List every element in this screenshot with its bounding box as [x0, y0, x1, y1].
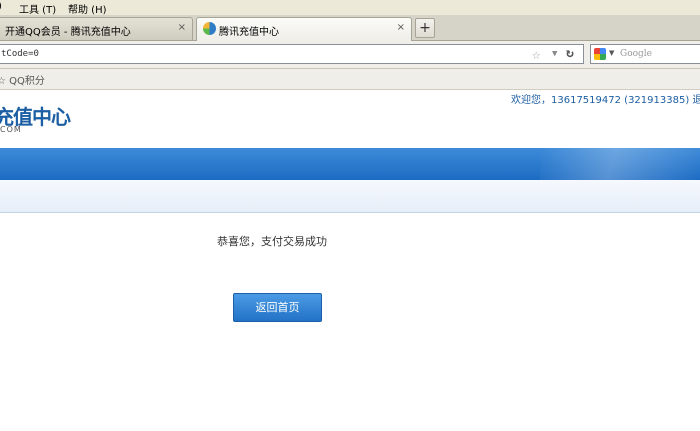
navigation-bar: tCode=0 ☆ ▼ ↻ ▼ Google — [0, 41, 700, 69]
menu-item-partial[interactable]: ) — [0, 1, 2, 12]
search-placeholder: Google — [620, 49, 652, 59]
bookmark-label: QQ积分 — [9, 76, 45, 87]
bookmark-star-icon[interactable]: ☆ — [532, 47, 540, 63]
welcome-text: 欢迎您，13617519472 (321913385) 退 — [511, 95, 700, 106]
return-home-button[interactable]: 返回首页 — [233, 293, 322, 322]
reload-icon[interactable]: ↻ — [566, 46, 574, 61]
tab-strip: 开通QQ会员 - 腾讯充值中心 × 腾讯充值中心 × + — [0, 15, 700, 41]
url-text: tCode=0 — [1, 49, 39, 59]
menu-bar: ) 工具 (T) 帮助 (H) — [0, 0, 700, 16]
tab-recharge-center[interactable]: 腾讯充值中心 × — [196, 17, 412, 41]
menu-item-tools[interactable]: 工具 (T) — [19, 1, 56, 16]
google-engine-icon[interactable] — [594, 48, 606, 60]
tab-label: 腾讯充值中心 — [219, 27, 279, 38]
site-favicon-icon — [203, 22, 216, 35]
tab-label: 开通QQ会员 - 腾讯充值中心 — [5, 27, 131, 38]
engine-dropdown-icon[interactable]: ▼ — [609, 49, 614, 57]
menu-item-help[interactable]: 帮助 (H) — [68, 1, 107, 16]
logo-subtext: COM — [0, 125, 22, 134]
sub-nav-bar — [0, 180, 700, 213]
close-icon[interactable]: × — [178, 22, 186, 33]
close-icon[interactable]: × — [397, 22, 405, 33]
success-message: 恭喜您，支付交易成功 — [217, 235, 327, 248]
address-bar[interactable]: tCode=0 ☆ ▼ ↻ — [0, 44, 584, 64]
site-header: 充值中心 COM 欢迎您，13617519472 (321913385) 退 — [0, 90, 700, 148]
nav-banner — [0, 148, 700, 180]
tab-qq-member[interactable]: 开通QQ会员 - 腾讯充值中心 × — [0, 17, 193, 40]
bookmark-qq-points[interactable]: ☆ QQ积分 — [0, 72, 45, 87]
new-tab-button[interactable]: + — [415, 18, 435, 38]
bookmark-icon: ☆ — [0, 76, 6, 87]
banner-sheen — [540, 148, 700, 180]
history-dropdown-icon[interactable]: ▼ — [552, 49, 557, 59]
main-content: 恭喜您，支付交易成功 返回首页 — [0, 213, 700, 431]
bookmarks-bar: ☆ QQ积分 — [0, 69, 700, 90]
search-box[interactable]: ▼ Google — [590, 44, 700, 64]
